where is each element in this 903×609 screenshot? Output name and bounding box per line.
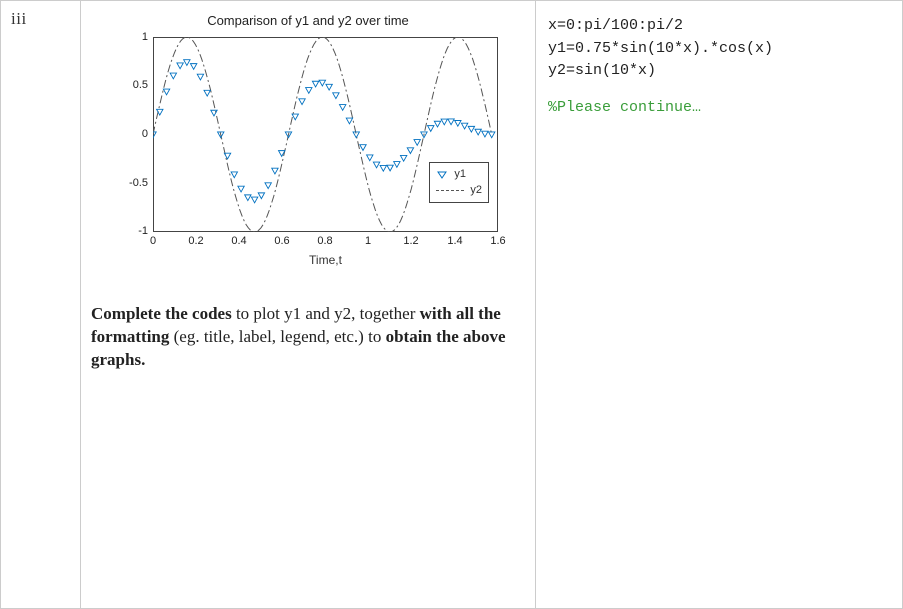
y-tick: 0.5 (108, 79, 148, 91)
code-line: y2=sin(10*x) (548, 60, 890, 83)
x-tick: 1.4 (447, 235, 462, 247)
x-tick: 0.6 (274, 235, 289, 247)
x-tick: 0.2 (188, 235, 203, 247)
page: iii Comparison of y1 and y2 over time y1 (0, 0, 903, 609)
left-column: Comparison of y1 and y2 over time y1 y2 (81, 1, 536, 608)
x-axis-label: Time,t (153, 253, 498, 267)
y-tick: 0 (108, 128, 148, 140)
x-tick: 0 (150, 235, 156, 247)
code-column: x=0:pi/100:pi/2 y1=0.75*sin(10*x).*cos(x… (536, 1, 902, 608)
q-span: to plot y1 and y2, together (232, 304, 420, 323)
code-comment: %Please continue… (548, 97, 890, 120)
series-y1 (153, 60, 495, 203)
x-tick: 1.2 (403, 235, 418, 247)
y-tick: -1 (108, 225, 148, 237)
chart-title: Comparison of y1 and y2 over time (98, 13, 518, 28)
y-tick: -0.5 (108, 177, 148, 189)
q-bold: Complete the codes (91, 304, 232, 323)
chart: Comparison of y1 and y2 over time y1 y2 (98, 13, 518, 273)
q-span: (eg. title, label, legend, etc.) to (169, 327, 385, 346)
item-label-cell: iii (0, 0, 80, 609)
question-text: Complete the codes to plot y1 and y2, to… (91, 303, 511, 372)
plot-svg (153, 37, 498, 232)
x-tick: 1 (365, 235, 371, 247)
series-y2 (153, 37, 492, 232)
y-tick: 1 (108, 31, 148, 43)
x-tick: 0.4 (231, 235, 246, 247)
item-label: iii (11, 9, 27, 28)
body-cell: Comparison of y1 and y2 over time y1 y2 (80, 0, 903, 609)
code-line: y1=0.75*sin(10*x).*cos(x) (548, 38, 890, 61)
x-tick: 0.8 (317, 235, 332, 247)
x-tick: 1.6 (490, 235, 505, 247)
code-line: x=0:pi/100:pi/2 (548, 15, 890, 38)
